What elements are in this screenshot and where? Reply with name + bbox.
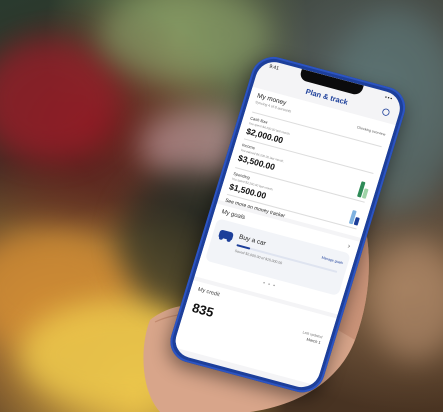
status-time: 9:41: [268, 63, 280, 72]
phone-screen: 9:41 ▪▪▪ Plan & track My money Syncing 4…: [171, 58, 405, 392]
manage-goals-link[interactable]: Manage goals: [321, 256, 343, 266]
smartphone: 9:41 ▪▪▪ Plan & track My money Syncing 4…: [164, 52, 411, 398]
phone-layer: 9:41 ▪▪▪ Plan & track My money Syncing 4…: [0, 0, 443, 412]
spending-bar-dark: [353, 216, 360, 226]
signal-icon: ▪▪▪: [383, 94, 394, 103]
car-icon: [218, 229, 235, 241]
credit-score: 835: [190, 300, 216, 321]
